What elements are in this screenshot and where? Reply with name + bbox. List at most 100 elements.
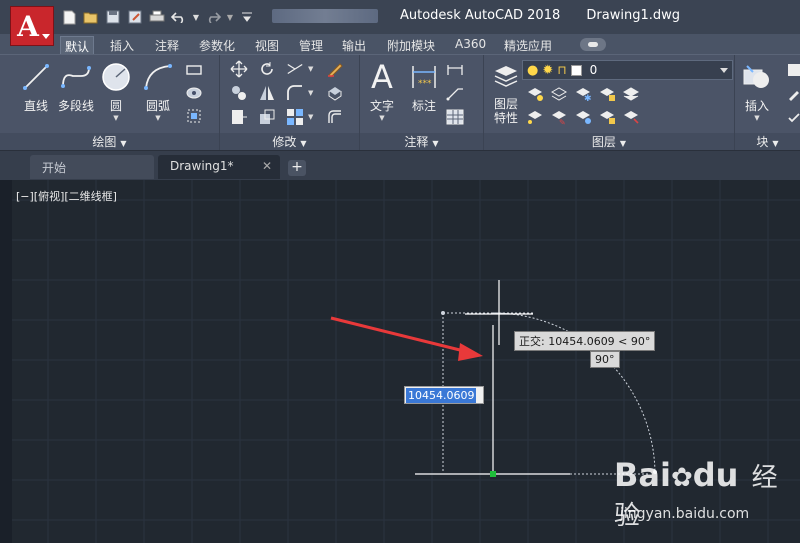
dynamic-input-value: 10454.0609 [406, 388, 477, 403]
move-icon[interactable] [230, 60, 248, 78]
boundary-icon[interactable] [185, 107, 203, 125]
create-block-icon[interactable] [785, 61, 800, 79]
application-menu-button[interactable]: A [10, 6, 54, 46]
layer-off-icon[interactable] [526, 85, 544, 103]
layer-unisolate-icon[interactable] [574, 108, 592, 126]
linear-dimension-icon[interactable] [446, 61, 464, 79]
viewport-controls[interactable]: [−][俯视][二维线框] [16, 188, 117, 204]
edit-block-icon[interactable] [785, 85, 800, 103]
file-tab-start[interactable]: 开始 [30, 155, 154, 179]
fillet-icon[interactable] [286, 84, 304, 102]
layer-previous-icon[interactable]: ✎ [550, 108, 568, 126]
chevron-down-icon[interactable]: ▼ [308, 113, 313, 121]
angle-tooltip: 90° [590, 351, 620, 368]
layer-color-swatch [570, 64, 582, 76]
dimension-label: 标注 [411, 99, 436, 113]
svg-text:***: *** [418, 79, 432, 89]
svg-text:✎: ✎ [559, 118, 566, 125]
polyline-tool-button[interactable]: 多段线 [54, 59, 98, 114]
text-tool-button[interactable]: A 文字 ▼ [360, 58, 404, 122]
tab-output[interactable]: 输出 [338, 36, 370, 54]
customize-icon[interactable] [238, 9, 256, 25]
tab-home[interactable]: 默认 [60, 36, 95, 54]
stretch-icon[interactable] [230, 108, 248, 126]
arc-tool-button[interactable]: 圆弧 ▼ [136, 59, 180, 122]
modify-panel: ▼ ▼ ▼ 修改 ▼ [220, 55, 360, 151]
table-icon[interactable] [446, 108, 464, 126]
paw-icon: ✿ [670, 463, 693, 493]
tab-insert[interactable]: 插入 [106, 36, 138, 54]
rotate-icon[interactable] [258, 60, 276, 78]
title-bar: A ▼ ▼ Autodesk AutoCAD 2018 Drawing1.dwg [0, 0, 800, 46]
tab-view[interactable]: 视图 [251, 36, 283, 54]
dynamic-input-field[interactable]: 10454.0609 [404, 386, 484, 404]
chevron-down-icon [42, 34, 50, 39]
layer-lock-icon[interactable] [598, 85, 616, 103]
chevron-down-icon[interactable]: ▼ [226, 9, 234, 25]
explode-icon[interactable] [326, 84, 344, 102]
leader-icon[interactable] [446, 84, 464, 102]
layer-isolate-icon[interactable] [550, 85, 568, 103]
chevron-down-icon[interactable]: ▼ [308, 65, 313, 73]
plot-icon[interactable] [148, 9, 166, 25]
chevron-down-icon[interactable]: ▼ [192, 9, 200, 25]
offset-icon[interactable] [326, 108, 344, 126]
file-tab-drawing1[interactable]: Drawing1* ✕ [158, 155, 280, 179]
block-panel-title[interactable]: 块 ▼ [735, 133, 800, 151]
tab-parametric[interactable]: 参数化 [195, 36, 239, 54]
layer-dropdown[interactable]: ● ✹ ⊓ 0 [522, 60, 733, 80]
unlock-icon: ⊓ [557, 63, 567, 77]
match-layer-icon[interactable] [526, 108, 544, 126]
rectangle-icon[interactable] [185, 61, 203, 79]
modify-panel-title[interactable]: 修改 ▼ [220, 133, 359, 151]
layer-properties-label: 图层 特性 [493, 97, 518, 125]
chevron-down-icon[interactable]: ▼ [308, 89, 313, 97]
blurred-document-title [272, 9, 378, 23]
quick-access-toolbar: ▼ ▼ [60, 9, 256, 25]
layer-walk-icon[interactable] [598, 108, 616, 126]
edit-attributes-icon[interactable] [785, 109, 800, 127]
annotation-panel-title[interactable]: 注释 ▼ [360, 133, 483, 151]
tab-a360[interactable]: A360 [451, 36, 490, 54]
ribbon-minimize-toggle[interactable] [580, 38, 606, 51]
close-icon[interactable]: ✕ [262, 159, 272, 173]
erase-icon[interactable] [326, 60, 344, 78]
circle-tool-button[interactable]: 圆 ▼ [94, 59, 138, 122]
layers-panel-title[interactable]: 图层 ▼ [484, 133, 734, 151]
open-icon[interactable] [82, 9, 100, 25]
save-icon[interactable] [104, 9, 122, 25]
dimension-icon: *** [407, 59, 441, 95]
new-icon[interactable] [60, 9, 78, 25]
trim-icon[interactable] [286, 60, 304, 78]
draw-panel-title[interactable]: 绘图 ▼ [0, 133, 219, 151]
tab-addins[interactable]: 附加模块 [383, 36, 439, 54]
scale-icon[interactable] [258, 108, 276, 126]
redo-icon[interactable] [204, 9, 222, 25]
new-tab-button[interactable]: + [288, 160, 306, 176]
make-current-icon[interactable] [622, 85, 640, 103]
watermark-url: jingyan.baidu.com [620, 506, 750, 522]
copy-icon[interactable] [230, 84, 248, 102]
annotation-panel: A 文字 ▼ *** 标注 注释 ▼ [360, 55, 484, 151]
text-icon: A [371, 58, 393, 96]
drawing-canvas[interactable]: [−][俯视][二维线框] 正交: 10454.0609 < 90° 90° 1… [0, 180, 800, 543]
dimension-tool-button[interactable]: *** 标注 [402, 59, 446, 114]
copy-to-layer-icon[interactable] [622, 108, 640, 126]
tab-manage[interactable]: 管理 [295, 36, 327, 54]
undo-icon[interactable] [170, 9, 188, 25]
circle-icon [99, 59, 133, 95]
mirror-icon[interactable] [258, 84, 276, 102]
window-title: Autodesk AutoCAD 2018 Drawing1.dwg [400, 8, 702, 23]
autocad-logo-icon: A [17, 9, 39, 43]
text-label: 文字 [369, 99, 394, 113]
hatch-icon[interactable] [185, 84, 203, 102]
tab-featured-apps[interactable]: 精选应用 [500, 36, 556, 54]
tab-annotate[interactable]: 注释 [151, 36, 183, 54]
insert-block-button[interactable]: 插入 ▼ [735, 59, 779, 122]
svg-text:✱: ✱ [584, 94, 592, 102]
document-title: Drawing1.dwg [586, 8, 680, 23]
layer-freeze-icon[interactable]: ✱ [574, 85, 592, 103]
array-icon[interactable] [286, 108, 304, 126]
line-tool-button[interactable]: 直线 [14, 59, 58, 114]
save-as-icon[interactable] [126, 9, 144, 25]
